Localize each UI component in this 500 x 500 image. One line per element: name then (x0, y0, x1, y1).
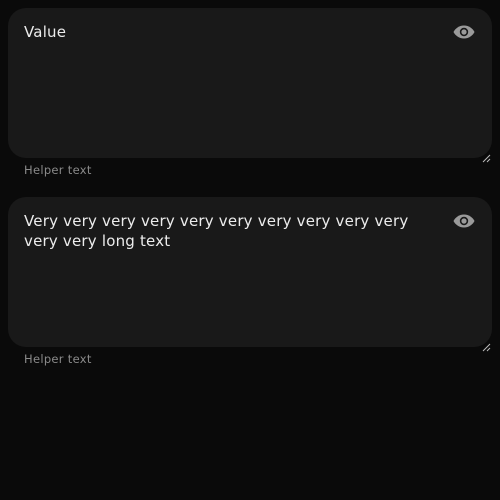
text-field-2: Very very very very very very very very … (8, 197, 492, 366)
helper-text-1: Helper text (24, 163, 92, 177)
helper-text-2: Helper text (24, 352, 92, 366)
page: Value Helper text Very very very very ve… (0, 0, 500, 500)
eye-icon[interactable] (452, 23, 476, 41)
textarea-1[interactable]: Value (8, 8, 492, 163)
eye-icon[interactable] (452, 212, 476, 230)
resize-handle-icon[interactable] (482, 337, 491, 352)
textarea-value-2[interactable]: Very very very very very very very very … (24, 211, 424, 251)
resize-handle-icon[interactable] (482, 148, 491, 163)
text-field-1: Value Helper text (8, 8, 492, 177)
textarea-value-1[interactable]: Value (24, 22, 424, 42)
textarea-2[interactable]: Very very very very very very very very … (8, 197, 492, 352)
